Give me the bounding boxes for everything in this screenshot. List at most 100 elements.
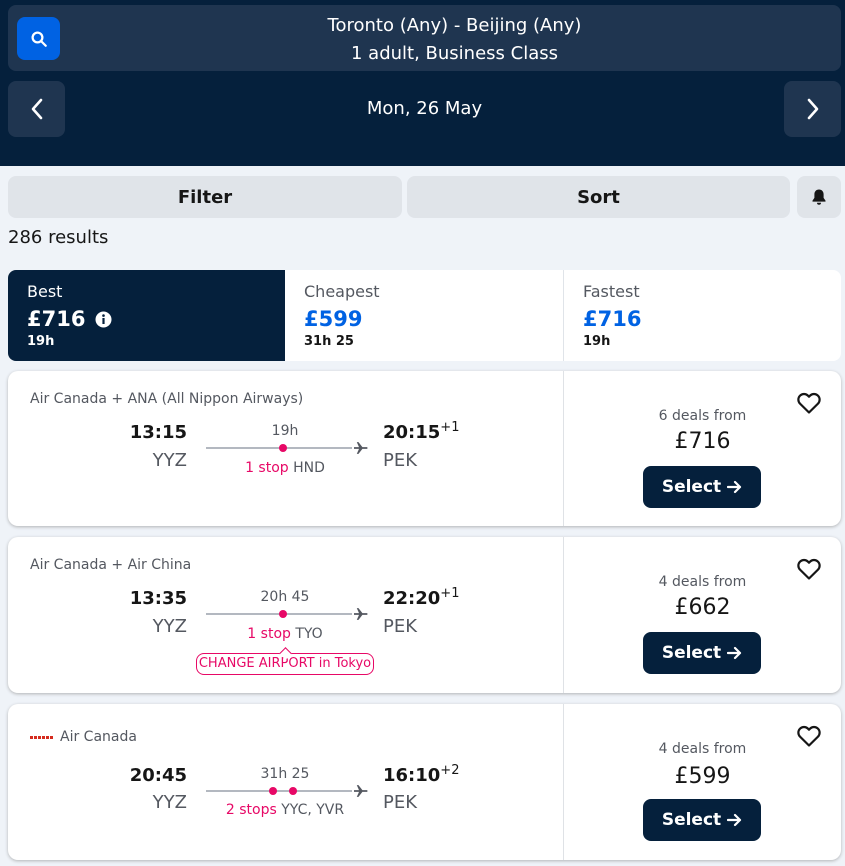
day-offset: +1 xyxy=(440,586,460,601)
tab-fastest[interactable]: Fastest £716 19h xyxy=(564,270,841,361)
results-count: 286 results xyxy=(8,227,109,248)
stop-marker xyxy=(279,444,287,452)
sort-tabs: Best £716 19h Cheapest £599 31h 25 Faste… xyxy=(8,270,841,361)
stop-airports: YYC, YVR xyxy=(281,802,345,818)
chevron-right-icon xyxy=(807,98,818,120)
tab-best-title: Best xyxy=(27,282,63,301)
route-summary: Toronto (Any) - Beijing (Any) 1 adult, B… xyxy=(68,12,841,68)
arrival-time: 16:10 xyxy=(383,765,441,786)
route-title: Toronto (Any) - Beijing (Any) xyxy=(327,15,582,36)
airline-name: Air Canada xyxy=(60,729,137,745)
bell-icon xyxy=(812,189,826,205)
arrival-airport: PEK xyxy=(383,792,418,813)
arrow-right-icon xyxy=(727,646,742,660)
airline-logo xyxy=(30,735,54,739)
selected-date[interactable]: Mon, 26 May xyxy=(78,81,771,137)
arrival-airport: PEK xyxy=(383,450,418,471)
tab-cheapest-price: £599 xyxy=(304,307,363,331)
tab-cheapest[interactable]: Cheapest £599 31h 25 xyxy=(285,270,564,361)
tab-best[interactable]: Best £716 19h xyxy=(8,270,285,361)
deals-count: 4 deals from xyxy=(658,741,747,757)
arrival-time-row: 22:20+1 xyxy=(383,587,459,611)
search-icon xyxy=(31,31,47,47)
stop-marker xyxy=(269,787,277,795)
stop-airports: TYO xyxy=(295,626,323,642)
itinerary: Air Canada + Air China 13:35 YYZ 20h 45 … xyxy=(8,537,564,693)
price-panel: 4 deals from £662 Select xyxy=(564,537,841,693)
next-date-button[interactable] xyxy=(784,81,841,137)
route-line xyxy=(206,444,352,452)
flight-card[interactable]: Air Canada + ANA (All Nippon Airways) 13… xyxy=(8,371,841,526)
stop-count: 1 stop xyxy=(245,460,289,476)
flight-duration: 20h 45 xyxy=(260,589,310,605)
select-button[interactable]: Select xyxy=(643,799,761,841)
departure-time: 20:45 xyxy=(129,765,187,786)
flight-card[interactable]: Air Canada 20:45 YYZ 31h 25 2 stops YYC,… xyxy=(8,704,841,860)
price-panel: 4 deals from £599 Select xyxy=(564,704,841,860)
select-button[interactable]: Select xyxy=(643,632,761,674)
select-label: Select xyxy=(661,477,722,497)
stop-marker xyxy=(279,610,287,618)
passenger-summary: 1 adult, Business Class xyxy=(351,43,558,64)
arrival-time: 20:15 xyxy=(383,422,441,443)
plane-icon xyxy=(354,608,368,620)
previous-date-button[interactable] xyxy=(8,81,65,137)
airline-name: Air Canada + ANA (All Nippon Airways) xyxy=(30,391,304,407)
arrow-right-icon xyxy=(727,480,742,494)
tab-fastest-title: Fastest xyxy=(583,282,640,301)
chevron-left-icon xyxy=(31,98,42,120)
itinerary: Air Canada + ANA (All Nippon Airways) 13… xyxy=(8,371,564,526)
flight-price: £599 xyxy=(674,764,731,789)
sort-button[interactable]: Sort xyxy=(407,176,790,218)
departure-time: 13:35 xyxy=(129,588,187,609)
search-summary[interactable]: Toronto (Any) - Beijing (Any) 1 adult, B… xyxy=(8,5,841,71)
search-button[interactable] xyxy=(17,17,60,60)
price-panel: 6 deals from £716 Select xyxy=(564,371,841,526)
change-airport-warning: CHANGE AIRPORT in Tokyo xyxy=(196,653,374,675)
departure-time: 13:15 xyxy=(129,422,187,443)
select-label: Select xyxy=(661,810,722,830)
departure-airport: YYZ xyxy=(152,450,187,471)
stop-count: 2 stops xyxy=(225,802,277,818)
deals-count: 4 deals from xyxy=(658,574,747,590)
plane-icon xyxy=(354,442,368,454)
tab-cheapest-duration: 31h 25 xyxy=(304,334,354,349)
stop-count: 1 stop xyxy=(247,626,291,642)
stops-info: 1 stop TYO xyxy=(206,626,364,642)
tab-best-price: £716 xyxy=(27,307,86,331)
day-offset: +1 xyxy=(440,420,460,435)
departure-airport: YYZ xyxy=(152,792,187,813)
stops-info: 1 stop HND xyxy=(206,460,364,476)
airline-row: Air Canada xyxy=(30,728,137,746)
tab-best-duration: 19h xyxy=(27,334,55,349)
info-icon[interactable] xyxy=(95,311,112,328)
arrow-right-icon xyxy=(727,813,742,827)
select-label: Select xyxy=(661,643,722,663)
select-button[interactable]: Select xyxy=(643,466,761,508)
price-alert-button[interactable] xyxy=(797,176,841,218)
flight-card[interactable]: Air Canada + Air China 13:35 YYZ 20h 45 … xyxy=(8,537,841,693)
route-line xyxy=(206,787,352,795)
flight-duration: 19h xyxy=(271,423,299,439)
itinerary: Air Canada 20:45 YYZ 31h 25 2 stops YYC,… xyxy=(8,704,564,860)
flight-price: £716 xyxy=(674,429,731,454)
deals-count: 6 deals from xyxy=(658,408,747,424)
filter-button[interactable]: Filter xyxy=(8,176,402,218)
departure-airport: YYZ xyxy=(152,616,187,637)
flight-duration: 31h 25 xyxy=(260,766,310,782)
arrival-airport: PEK xyxy=(383,616,418,637)
tab-cheapest-title: Cheapest xyxy=(304,282,380,301)
route-line xyxy=(206,610,352,618)
flight-price: £662 xyxy=(674,595,731,620)
plane-icon xyxy=(354,785,368,797)
stop-airports: HND xyxy=(293,460,325,476)
stops-info: 2 stops YYC, YVR xyxy=(206,802,364,818)
search-header: Toronto (Any) - Beijing (Any) 1 adult, B… xyxy=(0,0,845,166)
airline-name: Air Canada + Air China xyxy=(30,557,192,573)
stop-marker xyxy=(289,787,297,795)
arrival-time-row: 20:15+1 xyxy=(383,421,459,445)
day-offset: +2 xyxy=(440,763,460,778)
date-navigator: Mon, 26 May xyxy=(8,81,841,137)
arrival-time: 22:20 xyxy=(383,588,441,609)
tab-best-price-row: £716 xyxy=(27,304,266,334)
